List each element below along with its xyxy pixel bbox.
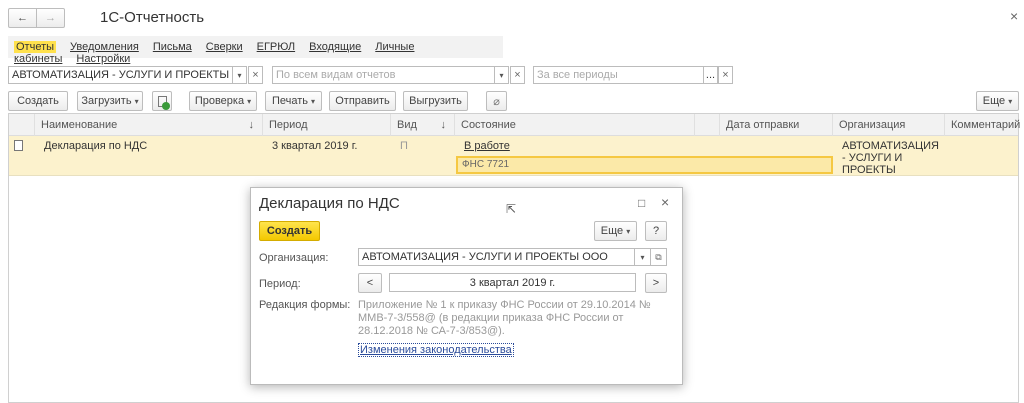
help-button[interactable]: ? bbox=[645, 221, 667, 241]
header-period[interactable]: Период bbox=[263, 114, 391, 136]
edition-label: Редакция формы: bbox=[259, 299, 351, 311]
chevron-down-icon: ▾ bbox=[247, 96, 252, 106]
header-organization[interactable]: Организация bbox=[833, 114, 945, 136]
print-button[interactable]: Печать ▾ bbox=[265, 91, 322, 111]
chevron-down-icon: ▾ bbox=[626, 226, 631, 236]
report-type-clear[interactable]: × bbox=[510, 66, 525, 84]
org-label: Организация: bbox=[259, 252, 329, 264]
period-clear[interactable]: × bbox=[718, 66, 733, 84]
header-comment[interactable]: Комментарий bbox=[945, 114, 1020, 136]
section-menu: Отчеты Уведомления Письма Сверки ЕГРЮЛ Входящ… bbox=[8, 36, 503, 65]
menu-reconciliations[interactable]: Сверки bbox=[206, 41, 243, 53]
header-label: Вид bbox=[397, 119, 417, 131]
period-prev-button[interactable]: < bbox=[358, 273, 382, 293]
report-type-filter[interactable]: По всем видам отчетов bbox=[272, 66, 495, 84]
menu-letters[interactable]: Письма bbox=[153, 41, 192, 53]
row-period: 3 квартал 2019 г. bbox=[272, 140, 358, 152]
check-button[interactable]: Проверка ▾ bbox=[189, 91, 257, 111]
edition-text: Приложение № 1 к приказу ФНС России от 2… bbox=[358, 299, 651, 337]
more-label: Еще bbox=[982, 95, 1006, 107]
paperclip-icon: ⌀ bbox=[493, 95, 500, 108]
more-label: Еще bbox=[600, 225, 624, 237]
document-icon bbox=[14, 140, 23, 151]
more-button[interactable]: Еще ▾ bbox=[976, 91, 1019, 111]
dialog-title: Декларация по НДС bbox=[259, 195, 400, 212]
add-document-icon bbox=[157, 95, 170, 110]
menu-egrul[interactable]: ЕГРЮЛ bbox=[257, 41, 295, 53]
period-input[interactable]: 3 квартал 2019 г. bbox=[389, 273, 636, 292]
menu-notifications[interactable]: Уведомления bbox=[70, 41, 139, 53]
load-label: Загрузить bbox=[81, 95, 132, 107]
dialog-create-button[interactable]: Создать bbox=[259, 221, 320, 241]
menu-reports[interactable]: Отчеты bbox=[14, 41, 57, 53]
print-label: Печать bbox=[271, 95, 308, 107]
load-button[interactable]: Загрузить ▾ bbox=[77, 91, 143, 111]
header-name[interactable]: Наименование ↓ bbox=[35, 114, 263, 136]
row-name: Декларация по НДС bbox=[44, 140, 148, 152]
header-blank[interactable] bbox=[695, 114, 720, 136]
row-kind: П bbox=[400, 140, 408, 152]
organization-dropdown[interactable]: ▾ bbox=[232, 66, 247, 84]
chevron-down-icon: ▾ bbox=[640, 252, 645, 262]
sort-arrow-icon: ↓ bbox=[440, 119, 447, 131]
open-icon: ⧉ bbox=[655, 251, 662, 262]
law-changes-link[interactable]: Изменения законодательства bbox=[358, 343, 514, 357]
attach-button[interactable]: ⌀ bbox=[486, 91, 507, 111]
arrow-right-icon: → bbox=[45, 12, 56, 24]
dialog-close-icon[interactable]: × bbox=[661, 194, 669, 210]
cursor-icon: ⇱ bbox=[506, 202, 517, 216]
menu-incoming[interactable]: Входящие bbox=[309, 41, 361, 53]
org-input[interactable]: АВТОМАТИЗАЦИЯ - УСЛУГИ И ПРОЕКТЫ ООО bbox=[358, 248, 635, 266]
org-dropdown[interactable]: ▾ bbox=[634, 248, 651, 266]
report-type-dropdown[interactable]: ▾ bbox=[494, 66, 509, 84]
row-status-link[interactable]: В работе bbox=[458, 136, 516, 156]
period-next-button[interactable]: > bbox=[645, 273, 667, 293]
period-select-button[interactable]: ... bbox=[703, 66, 718, 84]
header-icon-col bbox=[9, 114, 35, 136]
header-status[interactable]: Состояние bbox=[455, 114, 695, 136]
create-button[interactable]: Создать bbox=[8, 91, 68, 111]
chevron-down-icon: ▾ bbox=[311, 96, 316, 106]
row-organization: АВТОМАТИЗАЦИЯ - УСЛУГИ И ПРОЕКТЫ bbox=[842, 140, 939, 176]
close-window-button[interactable]: × bbox=[1010, 8, 1018, 24]
add-file-button[interactable] bbox=[152, 91, 172, 111]
header-label: Наименование bbox=[41, 119, 118, 131]
forward-button[interactable]: → bbox=[36, 8, 65, 28]
maximize-icon[interactable]: □ bbox=[638, 196, 645, 210]
header-send-date[interactable]: Дата отправки bbox=[720, 114, 833, 136]
header-kind[interactable]: Вид ↓ bbox=[391, 114, 455, 136]
arrow-left-icon: ← bbox=[17, 12, 28, 24]
export-button[interactable]: Выгрузить bbox=[403, 91, 468, 111]
dialog-more-button[interactable]: Еще ▾ bbox=[594, 221, 637, 241]
chevron-down-icon: ▾ bbox=[1008, 96, 1013, 106]
window-title: 1С-Отчетность bbox=[100, 9, 205, 26]
send-button[interactable]: Отправить bbox=[329, 91, 396, 111]
organization-clear[interactable]: × bbox=[248, 66, 263, 84]
period-filter[interactable]: За все периоды bbox=[533, 66, 704, 84]
sort-arrow-icon: ↓ bbox=[248, 119, 255, 131]
back-button[interactable]: ← bbox=[8, 8, 37, 28]
chevron-down-icon: ▾ bbox=[237, 70, 242, 80]
org-open-button[interactable]: ⧉ bbox=[650, 248, 667, 266]
period-label: Период: bbox=[259, 278, 301, 290]
chevron-down-icon: ▾ bbox=[499, 70, 504, 80]
row-authority[interactable]: ФНС 7721 bbox=[456, 156, 833, 174]
chevron-down-icon: ▾ bbox=[134, 96, 139, 106]
menu-settings[interactable]: Настройки bbox=[76, 53, 130, 65]
check-label: Проверка bbox=[194, 95, 245, 107]
organization-filter[interactable]: АВТОМАТИЗАЦИЯ - УСЛУГИ И ПРОЕКТЫ ООО bbox=[8, 66, 233, 84]
